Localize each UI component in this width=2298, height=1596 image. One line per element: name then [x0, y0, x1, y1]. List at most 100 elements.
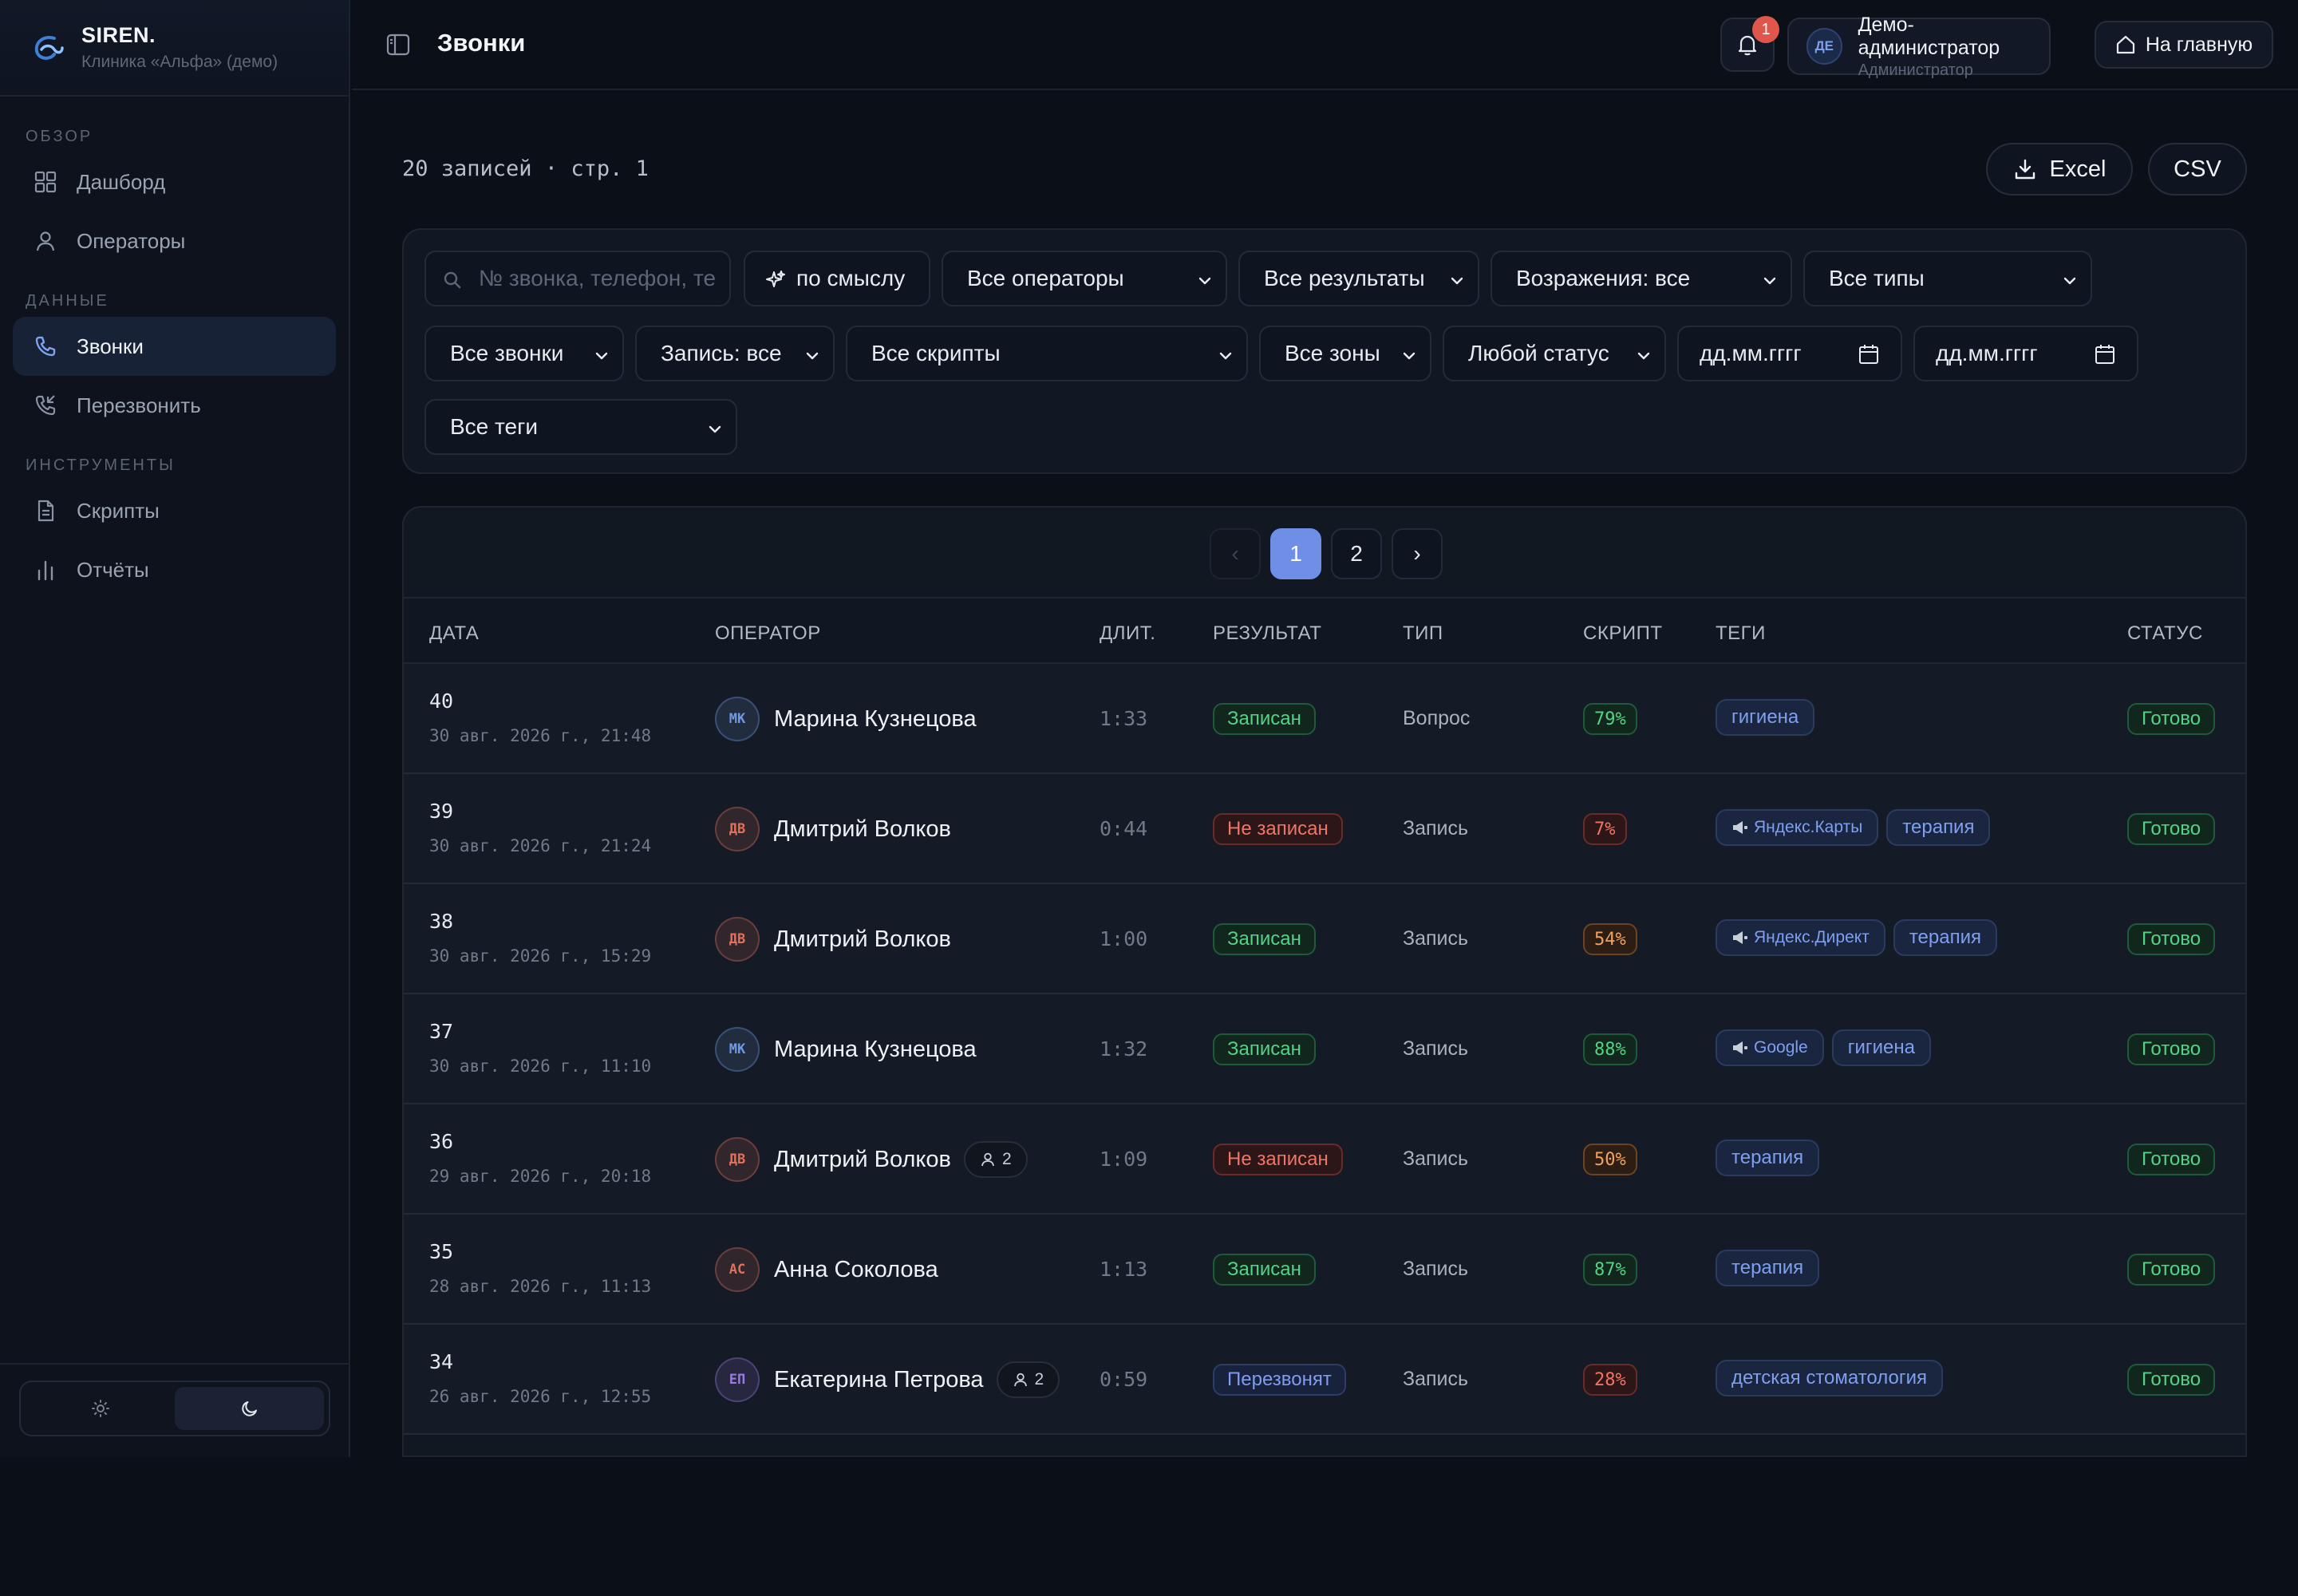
call-id[interactable]: 37 — [429, 1020, 453, 1043]
call-duration: 1:00 — [1100, 927, 1148, 950]
sidebar-toggle-icon[interactable] — [385, 32, 411, 57]
tag[interactable]: детская стоматология — [1716, 1360, 1944, 1396]
sidebar-divider — [0, 1363, 349, 1365]
date-to-field[interactable]: дд.мм.гггг — [1913, 326, 2138, 381]
user-name: Демо-администратор — [1858, 13, 2000, 59]
nav-section-tools: ИНСТРУМЕНТЫ — [26, 456, 176, 474]
call-id[interactable]: 36 — [429, 1130, 453, 1153]
records-info: 20 записей · стр. 1 — [402, 156, 649, 181]
theme-light-button[interactable] — [26, 1387, 175, 1430]
source-tag-label: Яндекс.Карты — [1754, 818, 1863, 836]
results-select-value: Все результаты — [1264, 266, 1425, 290]
sidebar-item-callback[interactable]: Перезвонить — [13, 376, 336, 435]
page-2-button[interactable]: 2 — [1331, 528, 1382, 579]
column-result[interactable]: РЕЗУЛЬТАТ — [1213, 622, 1321, 645]
table-row[interactable]: 40 30 авг. 2026 г., 21:48 МК Марина Кузнецо… — [404, 664, 2245, 774]
source-tag[interactable]: Яндекс.Карты — [1716, 809, 1879, 846]
script-score-badge: 54% — [1583, 923, 1637, 955]
operator-name: Дмитрий Волков — [774, 926, 951, 952]
table-row[interactable]: 34 26 авг. 2026 г., 12:55 ЕП Екатерина Петр… — [404, 1325, 2245, 1435]
call-id[interactable]: 34 — [429, 1350, 453, 1373]
moon-icon — [241, 1401, 257, 1416]
call-id[interactable]: 38 — [429, 910, 453, 933]
calendar-icon[interactable] — [1858, 343, 1880, 365]
sidebar-item-dashboard[interactable]: Дашборд — [13, 152, 336, 211]
table-row[interactable]: 39 30 авг. 2026 г., 21:24 ДВ Дмитрий Волков… — [404, 774, 2245, 884]
source-tag[interactable]: Google — [1716, 1029, 1824, 1066]
call-id[interactable]: 35 — [429, 1240, 453, 1263]
table-row[interactable]: 35 28 авг. 2026 г., 11:13 АС Анна Соколова 1… — [404, 1215, 2245, 1325]
date-from-field[interactable]: дд.мм.гггг — [1677, 326, 1902, 381]
objections-select[interactable]: Возражения: все — [1491, 251, 1792, 306]
column-date[interactable]: ДАТА — [429, 622, 479, 645]
call-type: Вопрос — [1403, 707, 1471, 729]
search-input[interactable]: № звонка, телефон, те — [424, 251, 731, 306]
tag[interactable]: терапия — [1893, 919, 1997, 956]
column-type[interactable]: ТИП — [1403, 622, 1443, 645]
user-menu-button[interactable]: ДЕ Демо-администратор Администратор — [1787, 14, 2051, 79]
script-score-badge: 87% — [1583, 1254, 1637, 1286]
column-tags[interactable]: ТЕГИ — [1716, 622, 1766, 645]
sidebar-item-calls[interactable]: Звонки — [13, 317, 336, 376]
table-row[interactable]: 37 30 авг. 2026 г., 11:10 МК Марина Кузнецо… — [404, 994, 2245, 1104]
next-page-button[interactable]: › — [1392, 528, 1443, 579]
operators-select[interactable]: Все операторы — [942, 251, 1227, 306]
home-button[interactable]: На главную — [2095, 21, 2273, 69]
column-status[interactable]: СТАТУС — [2127, 622, 2203, 645]
semantic-search-toggle[interactable]: по смыслу — [744, 251, 930, 306]
calls-select[interactable]: Все звонки — [424, 326, 624, 381]
column-duration[interactable]: ДЛИТ. — [1100, 622, 1155, 645]
megaphone-icon — [1733, 931, 1747, 944]
call-date: 28 авг. 2026 г., 11:13 — [429, 1277, 652, 1296]
script-score-badge: 50% — [1583, 1144, 1637, 1175]
prev-page-button[interactable]: ‹ — [1210, 528, 1261, 579]
chevron-down-icon — [806, 352, 819, 360]
column-script[interactable]: СКРИПТ — [1583, 622, 1662, 645]
sidebar-item-reports[interactable]: Отчёты — [13, 540, 336, 599]
scripts-select[interactable]: Все скрипты — [846, 326, 1248, 381]
call-id[interactable]: 40 — [429, 689, 453, 713]
call-date: 30 авг. 2026 г., 21:48 — [429, 726, 652, 745]
tag[interactable]: гигиена — [1716, 699, 1815, 736]
script-score-badge: 7% — [1583, 813, 1627, 845]
types-select[interactable]: Все типы — [1803, 251, 2092, 306]
recording-select[interactable]: Запись: все — [635, 326, 835, 381]
tags-cell: Яндекс.Директ терапия — [1716, 919, 2005, 956]
status-select[interactable]: Любой статус — [1443, 326, 1666, 381]
call-id[interactable]: 39 — [429, 800, 453, 823]
scripts-select-value: Все скрипты — [871, 341, 1001, 365]
tag[interactable]: терапия — [1716, 1250, 1820, 1286]
tags-cell: гигиена — [1716, 699, 1822, 736]
sidebar-item-scripts[interactable]: Скрипты — [13, 481, 336, 540]
result-badge: Записан — [1213, 1254, 1316, 1286]
user-icon — [34, 229, 57, 253]
column-operator[interactable]: ОПЕРАТОР — [715, 622, 821, 645]
source-tag[interactable]: Яндекс.Директ — [1716, 919, 1885, 956]
page-1-button[interactable]: 1 — [1270, 528, 1321, 579]
tag[interactable]: терапия — [1886, 809, 1991, 846]
tag[interactable]: гигиена — [1831, 1029, 1931, 1066]
call-duration: 1:13 — [1100, 1258, 1148, 1281]
grid-icon — [34, 170, 57, 194]
sidebar-item-operators[interactable]: Операторы — [13, 211, 336, 271]
brand-subtitle: Клиника «Альфа» (демо) — [81, 53, 278, 71]
theme-dark-button[interactable] — [175, 1387, 324, 1430]
user-icon — [1013, 1373, 1027, 1387]
nav-section-overview: ОБЗОР — [26, 128, 93, 145]
notifications-button[interactable]: 1 — [1720, 16, 1779, 72]
tag[interactable]: терапия — [1716, 1140, 1820, 1176]
avatar: МК — [715, 697, 760, 741]
megaphone-icon — [1733, 1041, 1747, 1054]
call-date: 30 авг. 2026 г., 11:10 — [429, 1057, 652, 1076]
export-excel-button[interactable]: Excel — [1986, 143, 2133, 196]
table-row[interactable]: 36 29 авг. 2026 г., 20:18 ДВ Дмитрий Волков… — [404, 1104, 2245, 1215]
status-badge: Готово — [2127, 1364, 2216, 1396]
zones-select[interactable]: Все зоны — [1259, 326, 1431, 381]
tags-select[interactable]: Все теги — [424, 399, 737, 455]
export-csv-button[interactable]: CSV — [2148, 143, 2247, 196]
table-row[interactable]: 38 30 авг. 2026 г., 15:29 ДВ Дмитрий Волков… — [404, 884, 2245, 994]
calendar-icon[interactable] — [2094, 343, 2116, 365]
call-duration: 0:44 — [1100, 817, 1148, 840]
results-select[interactable]: Все результаты — [1238, 251, 1479, 306]
brand[interactable]: SIREN. Клиника «Альфа» (демо) — [0, 0, 349, 97]
